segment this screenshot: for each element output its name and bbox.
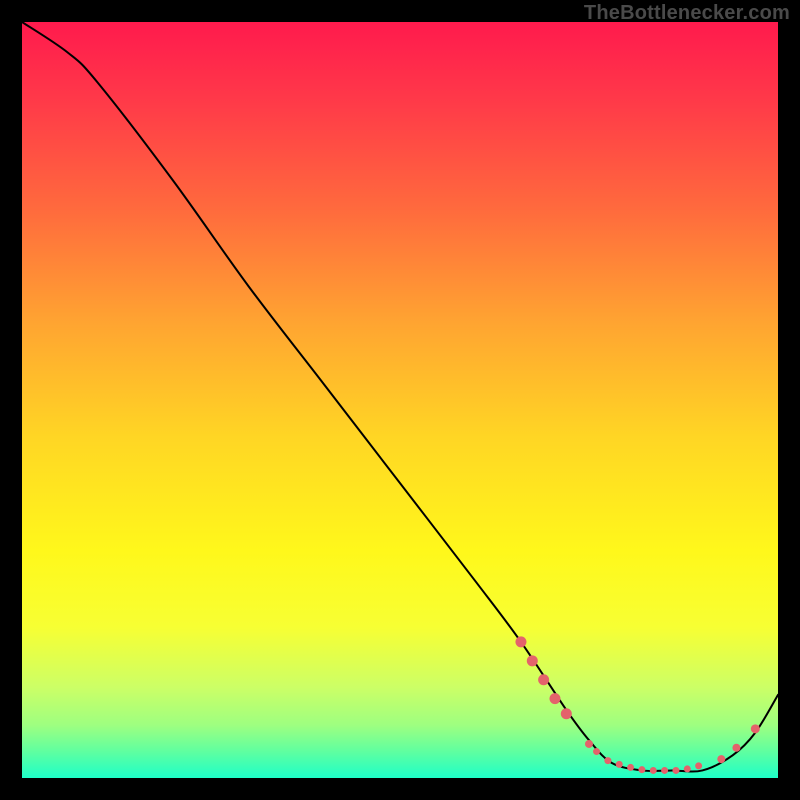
chart-frame: TheBottlenecker.com: [0, 0, 800, 800]
data-marker: [627, 764, 634, 771]
data-marker: [717, 755, 725, 763]
data-marker: [661, 767, 668, 774]
data-marker: [561, 708, 572, 719]
data-marker: [616, 761, 623, 768]
data-marker: [695, 762, 702, 769]
data-marker: [593, 748, 600, 755]
chart-background: [22, 22, 778, 778]
data-marker: [650, 767, 657, 774]
data-marker: [549, 693, 560, 704]
chart-plot: [22, 22, 778, 778]
data-marker: [527, 655, 538, 666]
data-marker: [638, 766, 645, 773]
data-marker: [751, 724, 760, 733]
data-marker: [585, 740, 593, 748]
data-marker: [732, 744, 740, 752]
data-marker: [604, 757, 611, 764]
data-marker: [684, 765, 691, 772]
data-marker: [515, 636, 526, 647]
chart-svg: [22, 22, 778, 778]
watermark-text: TheBottlenecker.com: [584, 2, 790, 25]
data-marker: [672, 767, 679, 774]
data-marker: [538, 674, 549, 685]
